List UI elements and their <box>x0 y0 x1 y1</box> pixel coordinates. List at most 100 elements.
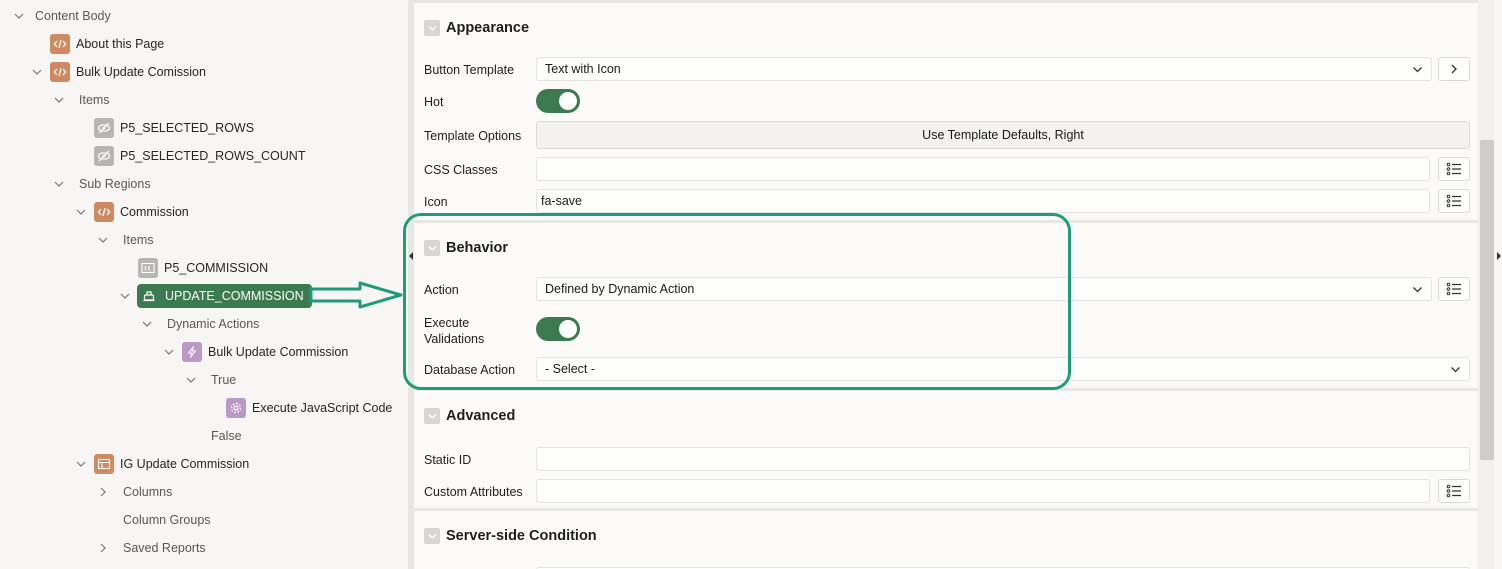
collapse-right-icon[interactable] <box>1496 252 1502 260</box>
button-icon <box>139 286 159 306</box>
tree-node-bulk-update-da[interactable]: Bulk Update Commission <box>164 340 348 364</box>
tree-node-update-commission[interactable]: UPDATE_COMMISSION <box>120 284 312 308</box>
tree-node-p5-selected-rows-count[interactable]: P5_SELECTED_ROWS_COUNT <box>94 144 305 168</box>
chevron-down-icon[interactable] <box>186 375 196 385</box>
chevron-right-icon[interactable] <box>98 543 108 553</box>
tree-node-label: Column Groups <box>123 513 211 527</box>
input-value: fa-save <box>541 194 582 208</box>
section-appearance: Appearance Button Template Text with Ico… <box>414 0 1478 220</box>
css-classes-input[interactable] <box>536 157 1430 181</box>
tree-node-label: About this Page <box>76 37 165 51</box>
list-icon <box>1446 162 1461 176</box>
collapse-icon[interactable] <box>424 20 440 36</box>
chevron-down-icon[interactable] <box>14 11 24 21</box>
tree-node-label: Content Body <box>35 9 111 23</box>
tree-node-false[interactable]: False <box>211 424 242 448</box>
button-label: Use Template Defaults, Right <box>922 128 1084 142</box>
list-icon <box>1446 194 1461 208</box>
tree-node-label: Bulk Update Comission <box>76 65 206 79</box>
tree-node-label: P5_COMMISSION <box>164 261 269 275</box>
tree-node-label: Commission <box>120 205 189 219</box>
chevron-down-icon[interactable] <box>54 179 64 189</box>
chevron-down-icon[interactable] <box>76 459 86 469</box>
number-field-icon <box>138 258 158 278</box>
tree-node-p5-selected-rows[interactable]: P5_SELECTED_ROWS <box>94 116 254 140</box>
section-behavior: Behavior Action Defined by Dynamic Actio… <box>414 220 1478 388</box>
section-header[interactable]: Appearance <box>424 20 529 36</box>
chevron-down-icon[interactable] <box>54 95 64 105</box>
toggle-knob <box>559 320 577 338</box>
selected-node[interactable]: UPDATE_COMMISSION <box>137 284 312 308</box>
tree-node-bulk-update[interactable]: Bulk Update Comission <box>32 60 206 84</box>
action-select[interactable]: Defined by Dynamic Action <box>536 277 1432 301</box>
icon-picker-button[interactable] <box>1438 189 1470 213</box>
database-action-select[interactable]: - Select - <box>536 357 1470 381</box>
collapse-icon[interactable] <box>424 408 440 424</box>
tree-node-columns[interactable]: Columns <box>98 480 172 504</box>
tree-node-commission-items[interactable]: Items <box>98 228 154 252</box>
tree-node-dynamic-actions[interactable]: Dynamic Actions <box>142 312 259 336</box>
tree-node-commission[interactable]: Commission <box>76 200 189 224</box>
tree-node-true[interactable]: True <box>186 368 236 392</box>
tree-node-column-groups[interactable]: Column Groups <box>123 508 211 532</box>
tree-node-label: Items <box>123 233 154 247</box>
tree-node-label: True <box>211 373 237 387</box>
label-line: Validations <box>424 332 485 346</box>
tree-node-ig-update-commission[interactable]: IG Update Commission <box>76 452 249 476</box>
select-value: Defined by Dynamic Action <box>545 282 695 296</box>
chevron-down-icon[interactable] <box>120 291 130 301</box>
tree-node-sub-regions[interactable]: Sub Regions <box>54 172 151 196</box>
button-template-select[interactable]: Text with Icon <box>536 57 1432 81</box>
tree-node-p5-commission[interactable]: P5_COMMISSION <box>138 256 268 280</box>
section-header[interactable]: Behavior <box>424 240 508 256</box>
prop-label: Button Template <box>424 63 515 77</box>
static-id-input[interactable] <box>536 447 1470 471</box>
hot-toggle[interactable] <box>536 89 580 113</box>
section-title: Appearance <box>446 20 530 36</box>
section-header[interactable]: Server-side Condition <box>424 528 597 544</box>
template-options-button[interactable]: Use Template Defaults, Right <box>536 121 1470 149</box>
select-value: Text with Icon <box>545 62 621 76</box>
label-line: Execute <box>424 316 470 330</box>
chevron-down-icon <box>1441 364 1469 375</box>
icon-input[interactable]: fa-save <box>536 189 1430 213</box>
css-classes-picker-button[interactable] <box>1438 157 1470 181</box>
prop-label: Database Action <box>424 363 516 377</box>
tree-node-items[interactable]: Items <box>54 88 110 112</box>
tree-node-label: False <box>211 429 242 443</box>
chevron-right-icon[interactable] <box>98 487 108 497</box>
interactive-grid-icon <box>94 454 114 474</box>
tree-node-execute-js[interactable]: Execute JavaScript Code <box>226 396 392 420</box>
execute-validations-toggle[interactable] <box>536 317 580 341</box>
custom-attributes-input[interactable] <box>536 479 1430 503</box>
list-icon <box>1446 282 1461 296</box>
prop-label: Template Options <box>424 129 522 143</box>
chevron-down-icon[interactable] <box>76 207 86 217</box>
action-list-button[interactable] <box>1438 277 1470 301</box>
collapse-icon[interactable] <box>424 528 440 544</box>
hidden-item-icon <box>94 118 114 138</box>
section-header[interactable]: Advanced <box>424 408 515 424</box>
go-to-template-button[interactable] <box>1438 57 1470 81</box>
section-title: Behavior <box>446 240 509 256</box>
select-value: - Select - <box>545 362 596 376</box>
prop-label: Custom Attributes <box>424 485 523 499</box>
scrollbar-thumb[interactable] <box>1480 140 1494 460</box>
chevron-down-icon[interactable] <box>142 319 152 329</box>
chevron-down-icon[interactable] <box>98 235 108 245</box>
chevron-down-icon[interactable] <box>32 67 42 77</box>
section-title: Advanced <box>446 408 516 424</box>
tree-node-saved-reports[interactable]: Saved Reports <box>98 536 206 560</box>
lightning-icon <box>182 342 202 362</box>
tree-node-label: P5_SELECTED_ROWS <box>120 121 255 135</box>
chevron-down-icon[interactable] <box>164 347 174 357</box>
tree-node-about-page[interactable]: About this Page <box>50 32 164 56</box>
collapse-icon[interactable] <box>424 240 440 256</box>
hidden-item-icon <box>94 146 114 166</box>
tree-node-label: UPDATE_COMMISSION <box>165 289 304 303</box>
custom-attributes-list-button[interactable] <box>1438 479 1470 503</box>
toggle-knob <box>559 92 577 110</box>
prop-label: Action <box>424 283 459 297</box>
chevron-right-icon <box>1451 64 1457 74</box>
tree-node-content-body[interactable]: Content Body <box>14 4 111 28</box>
